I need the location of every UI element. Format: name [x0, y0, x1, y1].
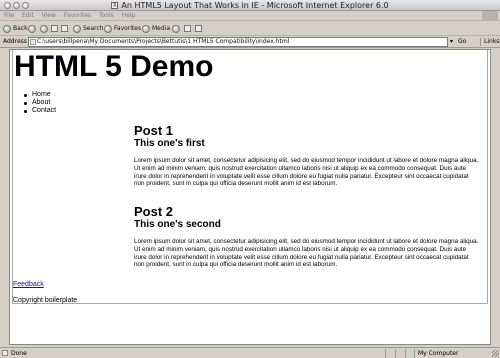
security-zone: My Computer	[418, 350, 459, 357]
post-title: Post 1	[134, 123, 174, 138]
back-label: Back	[13, 25, 28, 32]
status-divider	[405, 349, 406, 358]
search-icon	[73, 24, 81, 33]
mail-button[interactable]	[184, 24, 193, 33]
back-icon	[3, 24, 11, 33]
feedback-link[interactable]: Feedback	[13, 281, 44, 288]
status-divider	[385, 349, 386, 358]
page-status-icon	[2, 350, 8, 356]
status-bar: Done My Computer	[0, 347, 500, 358]
print-icon	[195, 25, 202, 32]
stop-button[interactable]	[40, 24, 50, 33]
address-dropdown-icon[interactable]: ▾	[450, 38, 453, 46]
address-input[interactable]: C:\users\billpena\My Documents\Projects\…	[28, 37, 448, 47]
favorites-label: Favorites	[114, 25, 142, 32]
ie-app-icon: X	[111, 2, 119, 9]
menu-favorites[interactable]: Favorites	[60, 11, 95, 21]
links-button[interactable]: Links	[480, 38, 499, 46]
status-divider	[414, 349, 415, 358]
media-button[interactable]: Media	[142, 24, 170, 33]
menu-file[interactable]: File	[0, 11, 18, 21]
menu-view[interactable]: View	[38, 11, 60, 21]
page-heading: HTML 5 Demo	[14, 50, 214, 83]
history-icon	[172, 24, 180, 33]
status-text: Done	[11, 350, 27, 357]
window-title: X An HTML5 Layout That Works in IE - Micr…	[0, 0, 500, 11]
address-bar: Address C:\users\billpena\My Documents\P…	[0, 36, 500, 48]
forward-icon	[28, 24, 36, 33]
home-icon	[61, 25, 68, 32]
media-icon	[142, 24, 150, 33]
toolbar: Back Search Favorites Media	[0, 21, 500, 36]
media-label: Media	[152, 25, 171, 32]
nav-item-contact[interactable]: Contact	[22, 107, 56, 115]
ie-throbber-icon	[482, 11, 498, 21]
nav-list: Home About Contact	[22, 91, 56, 115]
post-subtitle: This one's second	[134, 219, 221, 230]
forward-button[interactable]	[28, 24, 38, 33]
nav-item-home[interactable]: Home	[22, 91, 56, 99]
print-button[interactable]	[195, 24, 204, 33]
nav-item-about[interactable]: About	[22, 99, 56, 107]
page-icon	[30, 39, 36, 45]
menu-help[interactable]: Help	[118, 11, 140, 21]
status-divider	[395, 349, 396, 358]
title-bar: X An HTML5 Layout That Works in IE - Micr…	[0, 0, 500, 11]
favorites-button[interactable]: Favorites	[104, 24, 141, 33]
page-viewport[interactable]: HTML 5 Demo Home About Contact Post 1 Th…	[9, 49, 491, 345]
window-title-text: An HTML5 Layout That Works in IE - Micro…	[121, 1, 389, 10]
nav-link-home[interactable]: Home	[32, 91, 51, 98]
menu-edit[interactable]: Edit	[18, 11, 38, 21]
address-value: C:\users\billpena\My Documents\Projects\…	[37, 38, 290, 45]
stop-icon	[40, 24, 48, 33]
back-button[interactable]: Back	[3, 24, 28, 33]
resize-grip-icon[interactable]	[492, 350, 499, 357]
post-title: Post 2	[134, 204, 174, 219]
post-body: Lorem ipsum dolor sit amet, consectetur …	[134, 238, 479, 269]
search-button[interactable]: Search	[73, 24, 104, 33]
mail-icon	[184, 25, 191, 32]
copyright-text: Copyright boilerplate	[13, 297, 78, 304]
post-subtitle: This one's first	[134, 138, 205, 149]
history-button[interactable]	[172, 24, 182, 33]
menu-bar: File Edit View Favorites Tools Help	[0, 11, 500, 21]
search-label: Search	[83, 25, 104, 32]
refresh-icon	[51, 25, 58, 32]
post-2: Post 2 This one's second Lorem ipsum dol…	[134, 204, 480, 269]
post-1: Post 1 This one's first Lorem ipsum dolo…	[134, 123, 480, 188]
home-button[interactable]	[61, 24, 70, 33]
menu-tools[interactable]: Tools	[95, 11, 118, 21]
go-button[interactable]: Go	[458, 38, 466, 46]
nav-link-about[interactable]: About	[32, 99, 50, 106]
refresh-button[interactable]	[51, 24, 60, 33]
address-label: Address	[3, 38, 27, 45]
favorites-icon	[104, 24, 112, 33]
post-body: Lorem ipsum dolor sit amet, consectetur …	[134, 157, 479, 188]
nav-link-contact[interactable]: Contact	[32, 107, 56, 114]
